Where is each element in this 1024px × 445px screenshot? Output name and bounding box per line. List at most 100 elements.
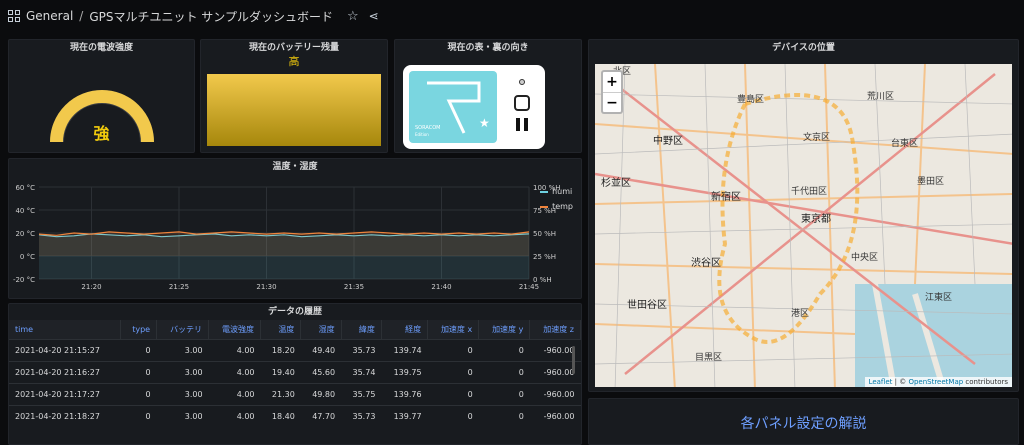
x-tick: 21:45 [519, 283, 539, 291]
panel-title: 温度・湿度 [272, 162, 318, 172]
x-tick: 21:20 [81, 283, 101, 291]
table-row: 2021-04-20 21:16:27 0 3.00 4.00 19.40 45.60 35… [9, 361, 581, 384]
panel-title: 現在の電波強度 [69, 43, 133, 53]
breadcrumb-folder[interactable]: General [26, 9, 73, 23]
table-row: 2021-04-20 21:17:27 0 3.00 4.00 21.30 49.80 35… [9, 383, 581, 406]
y-tick-right: 25 %H [533, 253, 556, 261]
table-header-row: time type バッテリ 電波強度 温度 湿度 緯度 経度 加速度 x 加速度 y 加速度 z [9, 320, 581, 340]
map-label: 世田谷区 [627, 300, 667, 311]
column-header[interactable]: 電波強度 [208, 320, 262, 340]
signal-panel: 現在の電波強度 強 [8, 39, 195, 153]
temp-humi-chart: 60 °C40 °C20 °C0 °C-20 °C100 %H75 %H50 %… [13, 184, 561, 291]
column-header[interactable]: 湿度 [300, 320, 342, 340]
y-tick-left: 40 °C [15, 207, 35, 215]
table-cell: 18.40 [260, 405, 301, 428]
column-header[interactable]: 経度 [381, 320, 429, 340]
map-view[interactable]: 豊島区 荒川区 北区 中野区 文京区 台東区 杉並区 新宿区 千代田区 墨田区 … [595, 64, 1012, 387]
table-cell: 35.74 [341, 361, 382, 384]
table-cell: 3.00 [156, 383, 209, 406]
battery-level-bar [207, 74, 381, 146]
legend-item-temp[interactable]: temp [540, 202, 573, 211]
table-scrollbar[interactable] [572, 346, 575, 374]
table-cell: 3.00 [156, 405, 209, 428]
table-cell: 0 [478, 383, 530, 406]
column-header[interactable]: 加速度 x [427, 320, 480, 340]
star-icon[interactable]: ☆ [347, 9, 359, 24]
table-cell: 2021-04-20 21:17:27 [9, 383, 121, 406]
zoom-control: + − [601, 70, 623, 114]
device-slot-icon [516, 118, 528, 131]
panel-title: 現在のバッテリー残量 [248, 43, 339, 53]
column-header[interactable]: バッテリ [156, 320, 210, 340]
table-cell: 3.00 [156, 361, 209, 384]
map-label: 中野区 [653, 136, 683, 147]
column-header[interactable]: 加速度 z [529, 320, 581, 340]
map-label: 荒川区 [867, 92, 895, 102]
table-cell: 4.00 [208, 361, 261, 384]
share-icon[interactable]: ⋖ [369, 9, 379, 23]
leaflet-link[interactable]: Leaflet [869, 378, 893, 386]
device-brand: SORACOM [415, 125, 441, 131]
table-cell: 0 [427, 361, 479, 384]
map-label: 渋谷区 [691, 258, 721, 269]
device-led-icon [519, 79, 525, 85]
battery-panel: 現在のバッテリー残量 高 [200, 39, 388, 153]
y-tick-left: 20 °C [15, 230, 35, 238]
map-label: 目黒区 [695, 353, 723, 363]
map-label: 墨田区 [917, 177, 945, 187]
history-table: time type バッテリ 電波強度 温度 湿度 緯度 経度 加速度 x 加速度 y 加速度 z … [9, 320, 581, 428]
map-label: 豊島区 [737, 95, 765, 105]
column-header[interactable]: 温度 [260, 320, 302, 340]
x-tick: 21:35 [344, 283, 364, 291]
panel-title: データの履歴 [267, 307, 322, 317]
chart-panel: 温度・湿度 60 °C 40 °C 20 °C 0 °C -20 °C 100 %H 75 … [8, 158, 582, 299]
column-header[interactable]: 加速度 y [478, 320, 531, 340]
table-cell: 49.80 [300, 383, 342, 406]
map-label: 中央区 [851, 253, 879, 263]
table-cell: 4.00 [208, 383, 261, 406]
table-cell: 21.30 [260, 383, 301, 406]
y-tick-left: 60 °C [15, 184, 35, 192]
dashboard-title[interactable]: GPSマルチユニット サンプルダッシュボード [89, 8, 333, 25]
map-label: 港区 [791, 309, 810, 319]
table-cell: 47.70 [300, 405, 342, 428]
breadcrumb-separator: / [79, 9, 84, 23]
device-image: ★ SORACOM Edition [403, 65, 545, 149]
table-cell: 0 [478, 405, 530, 428]
top-bar: General / GPSマルチユニット サンプルダッシュボード ☆ ⋖ [0, 0, 1024, 32]
table-cell: 0 [120, 383, 157, 406]
dashboards-grid-icon[interactable] [8, 10, 20, 22]
table-cell: 0 [120, 361, 157, 384]
table-cell: -960.00 [529, 383, 581, 406]
table-cell: 2021-04-20 21:16:27 [9, 361, 121, 384]
table-cell: 2021-04-20 21:18:27 [9, 405, 121, 428]
zoom-out-button[interactable]: − [603, 92, 621, 112]
column-header[interactable]: time [9, 320, 122, 340]
table-cell: 35.75 [341, 383, 382, 406]
explain-panel[interactable]: 各パネル設定の解説 [588, 398, 1019, 445]
table-cell: 0 [120, 405, 157, 428]
series-area-temp [39, 231, 529, 256]
chart-legend: humi temp [540, 187, 573, 217]
table-cell: 0 [427, 339, 479, 362]
svg-text:★: ★ [479, 116, 490, 130]
zoom-in-button[interactable]: + [603, 72, 621, 92]
table-cell: 35.73 [341, 405, 382, 428]
map-label: 杉並区 [601, 178, 631, 189]
y-tick-left: 0 °C [20, 253, 35, 261]
table-row: 2021-04-20 21:15:27 0 3.00 4.00 18.20 49.40 35… [9, 339, 581, 362]
map-label: 台東区 [891, 139, 919, 149]
explain-link[interactable]: 各パネル設定の解説 [589, 413, 1018, 433]
column-header[interactable]: 緯度 [341, 320, 382, 340]
table-cell: 139.75 [381, 361, 428, 384]
column-header[interactable]: type [120, 320, 158, 340]
x-tick: 21:30 [256, 283, 276, 291]
device-face: ★ SORACOM Edition [409, 71, 497, 143]
table-cell: 4.00 [208, 405, 261, 428]
panel-title: 現在の表・裏の向き [447, 43, 529, 53]
table-cell: 35.73 [341, 339, 382, 362]
legend-item-humi[interactable]: humi [540, 187, 573, 196]
x-tick: 21:25 [169, 283, 189, 291]
osm-link[interactable]: OpenStreetMap [908, 378, 963, 386]
table-cell: 139.77 [381, 405, 428, 428]
